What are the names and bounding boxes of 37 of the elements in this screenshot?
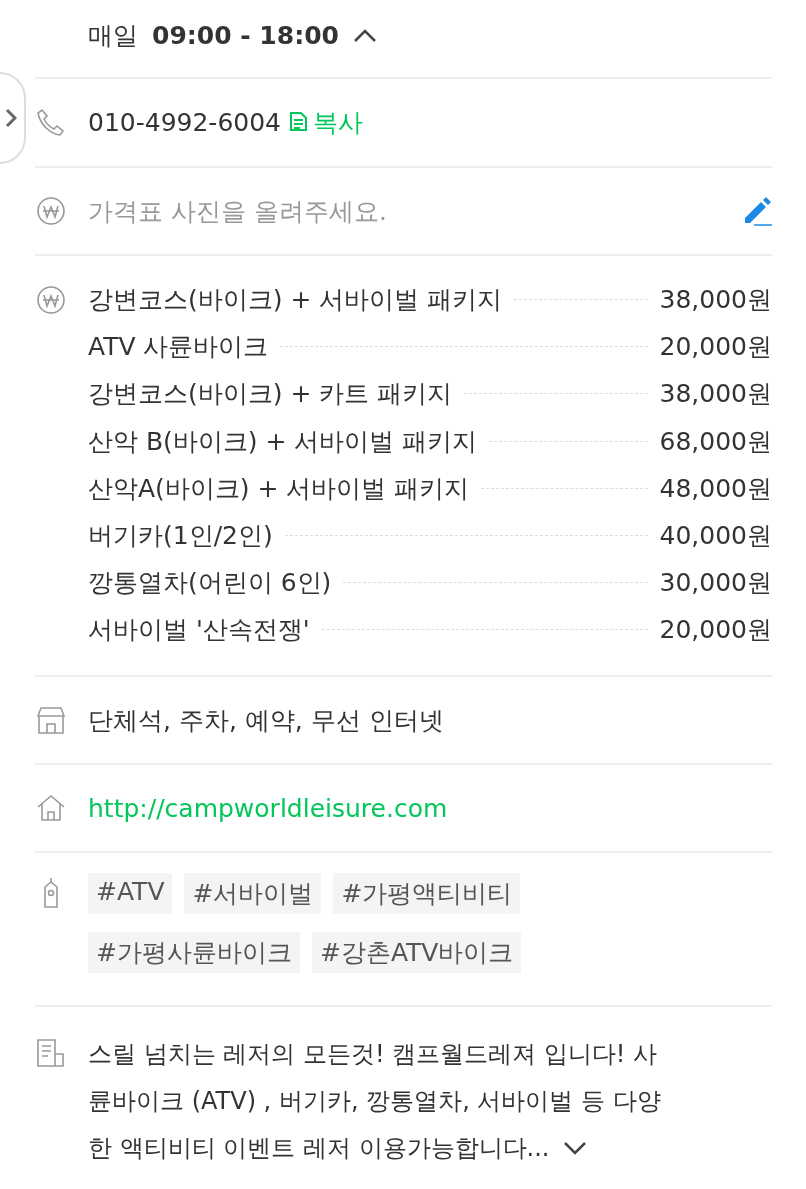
description-text: 스릴 넘치는 레저의 모든것! 캠프월드레져 입니다! 사 륜바이크 (ATV) , 버기카, 깡통열차, 서바이벌 등 다양 한 액티비티 이벤트 레저 이용가능합니다... [88,1039,662,1164]
menu-item-name: 산악 B(바이크) + 서바이벌 패키지 [88,425,478,458]
menu-item-price: 40,000원 [659,520,772,553]
menu-item-name: 강변코스(바이크) + 서바이벌 패키지 [88,284,503,317]
hashtag[interactable]: #가평액티비티 [333,873,521,914]
won-icon [35,284,67,316]
chevron-right-icon [5,107,17,129]
menu-item-price: 48,000원 [659,472,772,505]
menu-item-name: 깡통열차(어린이 6인) [88,567,332,600]
hashtag[interactable]: #ATV [88,873,173,914]
phone-icon [35,106,67,139]
menu-item-price: 68,000원 [659,425,772,458]
home-icon [35,792,67,824]
hours-days: 매일 [88,19,138,52]
menu-item-price: 20,000원 [659,614,772,647]
menu-item-price: 30,000원 [659,567,772,600]
menu-item-name: 산악A(바이크) + 서바이벌 패키지 [88,472,470,505]
facilities-text: 단체석, 주차, 예약, 무선 인터넷 [88,704,445,737]
chevron-up-icon[interactable] [352,28,377,43]
document-icon [35,1037,67,1069]
hashtag[interactable]: #서바이벌 [184,873,322,914]
menu-item-price: 20,000원 [659,331,772,364]
pencil-icon[interactable] [742,196,772,226]
menu-item-name: 버기카(1인/2인) [88,520,273,553]
hashtag[interactable]: #강촌ATV바이크 [311,932,522,973]
menu-item-price: 38,000원 [659,284,772,317]
price-photo-prompt: 가격표 사진을 올려주세요. [88,195,387,228]
hashtag[interactable]: #가평사륜바이크 [88,932,300,973]
store-icon [35,704,67,736]
menu-item-name: 서바이벌 '산속전쟁' [88,614,310,647]
menu-item-name: ATV 사륜바이크 [88,331,269,364]
side-panel-toggle[interactable] [0,72,26,164]
phone-number: 010-4992-6004 [88,108,281,137]
hours-time: 09:00 - 18:00 [152,21,339,50]
menu-item-name: 강변코스(바이크) + 카트 패키지 [88,378,453,411]
menu-item-price: 38,000원 [659,378,772,411]
won-icon [35,195,67,227]
